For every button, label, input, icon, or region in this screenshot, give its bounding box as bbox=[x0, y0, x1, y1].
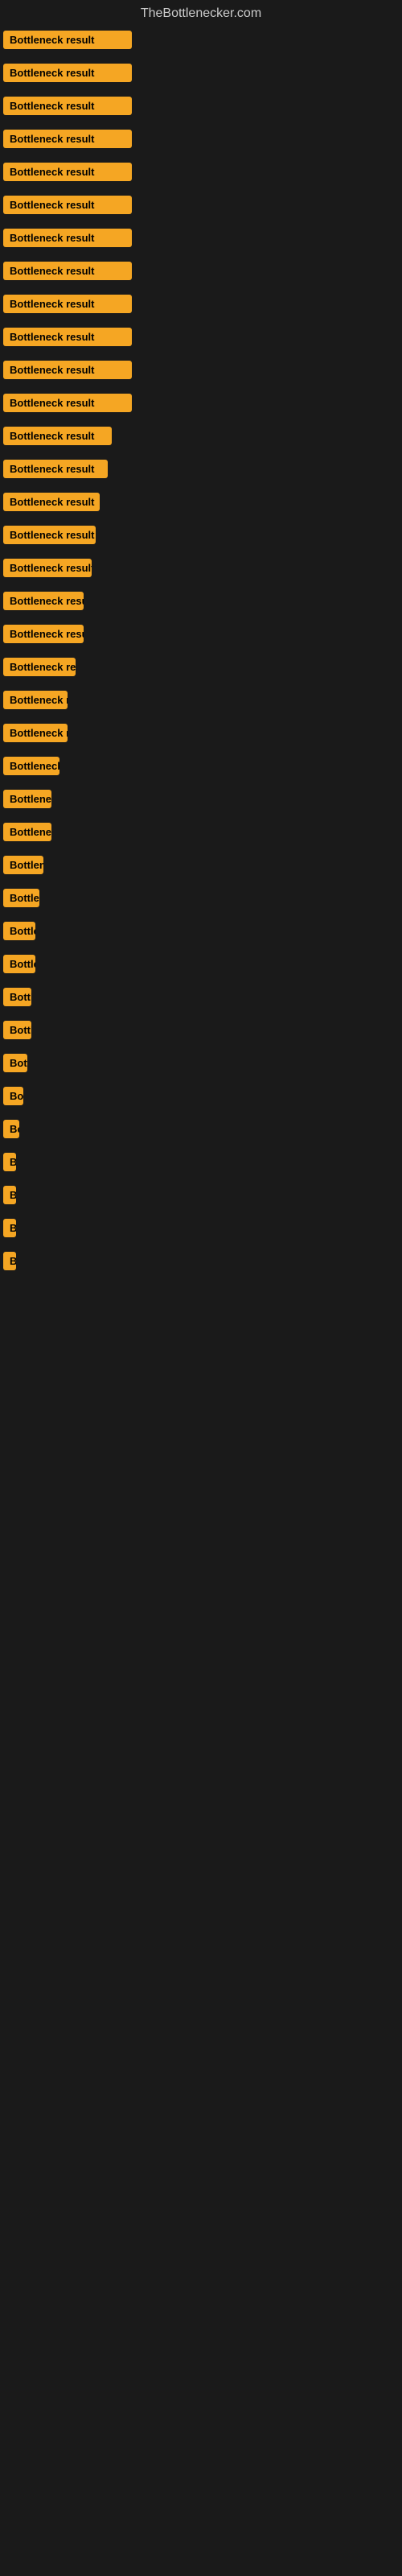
bottleneck-badge[interactable]: Bottleneck result bbox=[3, 493, 100, 511]
bottleneck-badge[interactable]: Bottleneck result bbox=[3, 1087, 23, 1105]
bottleneck-badge[interactable]: Bottleneck result bbox=[3, 1054, 27, 1072]
list-item: Bottleneck result bbox=[0, 882, 402, 914]
list-item: Bottleneck result bbox=[0, 1245, 402, 1277]
bottleneck-badge[interactable]: Bottleneck result bbox=[3, 988, 31, 1006]
bottleneck-badge[interactable]: Bottleneck result bbox=[3, 163, 132, 181]
list-item: Bottleneck result bbox=[0, 783, 402, 815]
bottleneck-badge[interactable]: Bottleneck result bbox=[3, 559, 92, 577]
list-item: Bottleneck result bbox=[0, 189, 402, 221]
list-item: Bottleneck result bbox=[0, 849, 402, 881]
list-item: Bottleneck result bbox=[0, 1014, 402, 1046]
list-item: Bottleneck result bbox=[0, 750, 402, 782]
bottleneck-badge[interactable]: Bottleneck result bbox=[3, 658, 76, 676]
list-item: Bottleneck result bbox=[0, 552, 402, 584]
bottleneck-badge[interactable]: Bottleneck result bbox=[3, 229, 132, 247]
bottleneck-badge[interactable]: Bottleneck result bbox=[3, 823, 51, 841]
bottleneck-badge[interactable]: Bottleneck result bbox=[3, 394, 132, 412]
bottleneck-badge[interactable]: Bottleneck result bbox=[3, 1252, 16, 1270]
list-item: Bottleneck result bbox=[0, 420, 402, 452]
list-item: Bottleneck result bbox=[0, 618, 402, 650]
list-item: Bottleneck result bbox=[0, 453, 402, 485]
bottleneck-badge[interactable]: Bottleneck result bbox=[3, 1153, 16, 1171]
list-item: Bottleneck result bbox=[0, 1047, 402, 1079]
bottleneck-badge[interactable]: Bottleneck result bbox=[3, 1021, 31, 1039]
bottleneck-badge[interactable]: Bottleneck result bbox=[3, 625, 84, 643]
list-item: Bottleneck result bbox=[0, 981, 402, 1013]
list-item: Bottleneck result bbox=[0, 90, 402, 122]
bottleneck-badge[interactable]: Bottleneck result bbox=[3, 460, 108, 478]
bottleneck-badge[interactable]: Bottleneck result bbox=[3, 691, 68, 709]
bottleneck-badge[interactable]: Bottleneck result bbox=[3, 889, 39, 907]
bottleneck-badge[interactable]: Bottleneck result bbox=[3, 130, 132, 148]
list-item: Bottleneck result bbox=[0, 717, 402, 749]
bottleneck-badge[interactable]: Bottleneck result bbox=[3, 1219, 16, 1237]
list-item: Bottleneck result bbox=[0, 519, 402, 551]
list-item: Bottleneck result bbox=[0, 915, 402, 947]
bottleneck-badge[interactable]: Bottleneck result bbox=[3, 757, 59, 775]
bottleneck-badge[interactable]: Bottleneck result bbox=[3, 922, 35, 940]
bottleneck-badge[interactable]: Bottleneck result bbox=[3, 1186, 16, 1204]
list-item: Bottleneck result bbox=[0, 684, 402, 716]
bottleneck-badge[interactable]: Bottleneck result bbox=[3, 1120, 19, 1138]
bottleneck-badge[interactable]: Bottleneck result bbox=[3, 427, 112, 445]
list-item: Bottleneck result bbox=[0, 1146, 402, 1178]
bottleneck-badge[interactable]: Bottleneck result bbox=[3, 361, 132, 379]
list-item: Bottleneck result bbox=[0, 387, 402, 419]
list-item: Bottleneck result bbox=[0, 1113, 402, 1145]
list-item: Bottleneck result bbox=[0, 651, 402, 683]
list-item: Bottleneck result bbox=[0, 1212, 402, 1244]
bottleneck-badge[interactable]: Bottleneck result bbox=[3, 64, 132, 82]
list-item: Bottleneck result bbox=[0, 156, 402, 188]
list-item: Bottleneck result bbox=[0, 123, 402, 155]
list-item: Bottleneck result bbox=[0, 585, 402, 617]
list-item: Bottleneck result bbox=[0, 24, 402, 56]
bottleneck-badge[interactable]: Bottleneck result bbox=[3, 526, 96, 544]
list-item: Bottleneck result bbox=[0, 1179, 402, 1211]
bottleneck-badge[interactable]: Bottleneck result bbox=[3, 328, 132, 346]
list-item: Bottleneck result bbox=[0, 354, 402, 386]
bottleneck-badge[interactable]: Bottleneck result bbox=[3, 295, 132, 313]
list-item: Bottleneck result bbox=[0, 486, 402, 518]
bottleneck-badge[interactable]: Bottleneck result bbox=[3, 856, 43, 874]
list-item: Bottleneck result bbox=[0, 948, 402, 980]
bottleneck-badge[interactable]: Bottleneck result bbox=[3, 97, 132, 115]
bottleneck-badge[interactable]: Bottleneck result bbox=[3, 196, 132, 214]
list-item: Bottleneck result bbox=[0, 255, 402, 287]
list-item: Bottleneck result bbox=[0, 222, 402, 254]
list-item: Bottleneck result bbox=[0, 321, 402, 353]
bottleneck-badge[interactable]: Bottleneck result bbox=[3, 31, 132, 49]
site-title: TheBottlenecker.com bbox=[0, 0, 402, 24]
bottleneck-badge[interactable]: Bottleneck result bbox=[3, 592, 84, 610]
bottleneck-badge[interactable]: Bottleneck result bbox=[3, 262, 132, 280]
bottleneck-badge[interactable]: Bottleneck result bbox=[3, 955, 35, 973]
bottleneck-list: Bottleneck result Bottleneck result Bottle… bbox=[0, 24, 402, 1277]
list-item: Bottleneck result bbox=[0, 57, 402, 89]
list-item: Bottleneck result bbox=[0, 816, 402, 848]
list-item: Bottleneck result bbox=[0, 288, 402, 320]
list-item: Bottleneck result bbox=[0, 1080, 402, 1112]
site-header: TheBottlenecker.com bbox=[0, 0, 402, 24]
bottleneck-badge[interactable]: Bottleneck result bbox=[3, 790, 51, 808]
bottleneck-badge[interactable]: Bottleneck result bbox=[3, 724, 68, 742]
